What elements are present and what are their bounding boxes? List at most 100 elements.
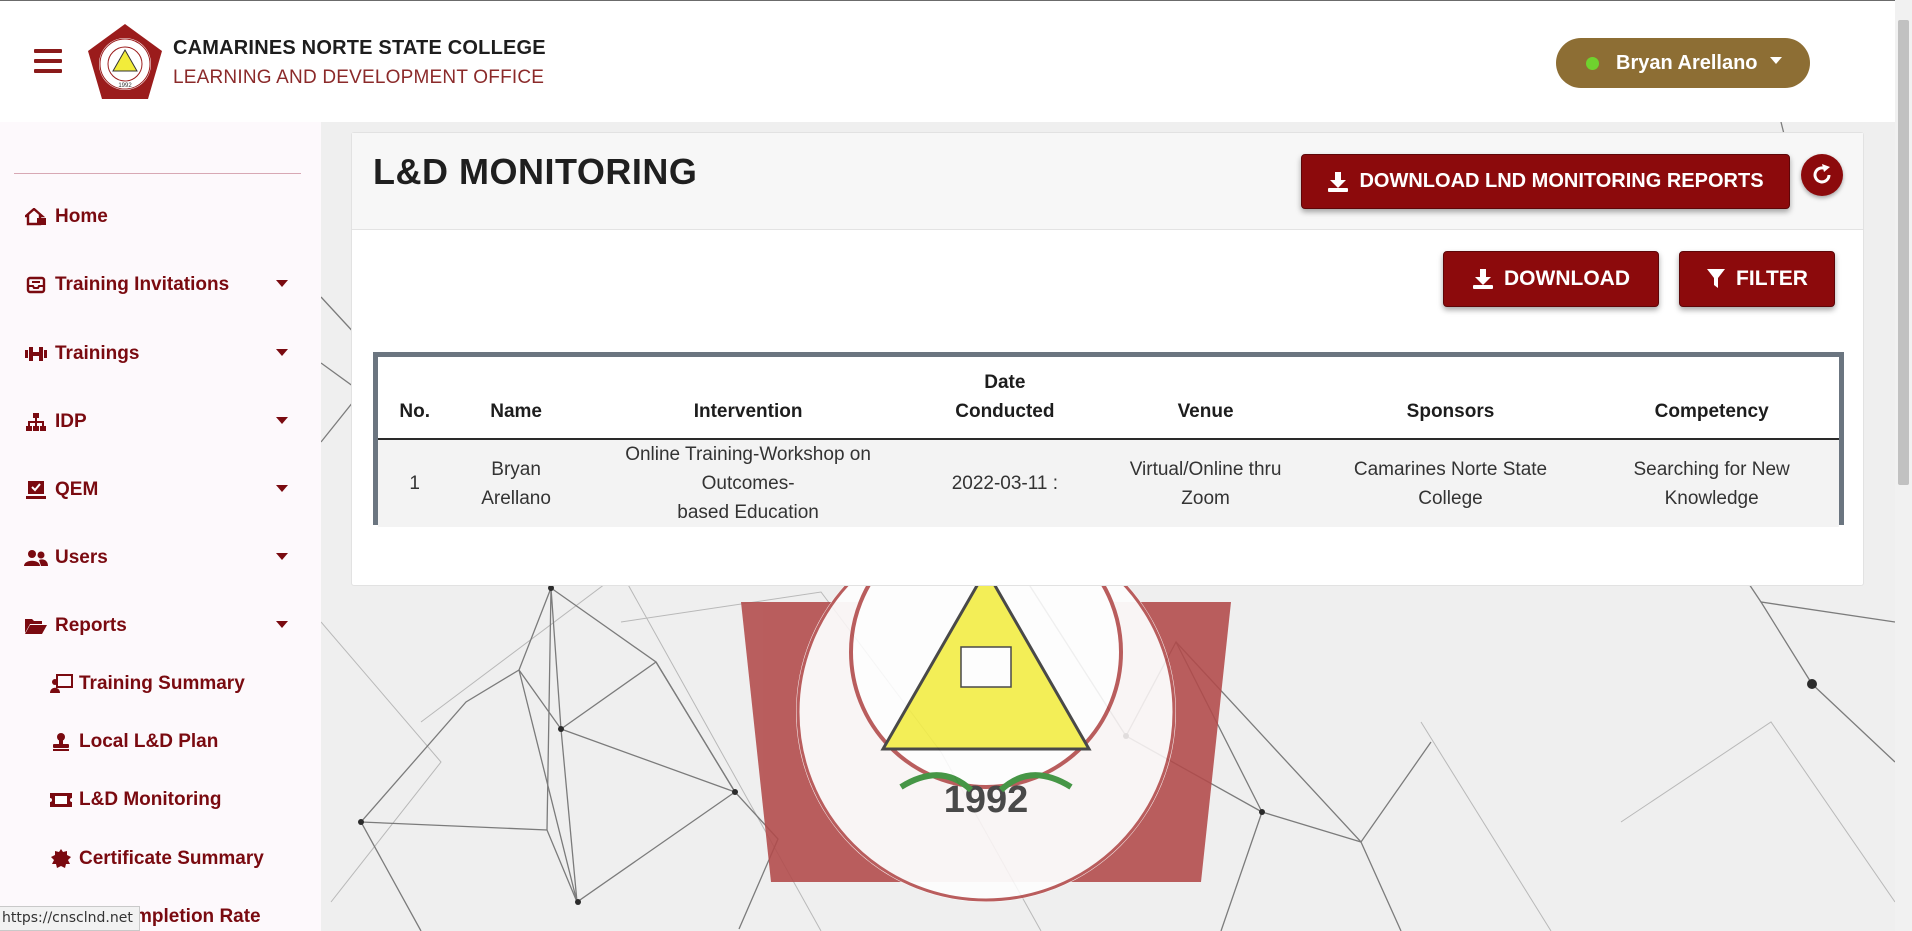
sidebar-subitem-local-ld-plan[interactable]: Local L&D Plan (49, 731, 218, 753)
sidebar-item-label: Trainings (55, 343, 140, 364)
cell-line: based Education (677, 502, 819, 523)
seal-year-text: 1992 (944, 779, 1029, 821)
sitemap-icon (23, 411, 49, 433)
cell-line: Knowledge (1664, 487, 1759, 509)
top-navbar: 1992 CAMARINES NORTE STATE COLLEGE LEARN… (0, 0, 1895, 122)
hamburger-menu-icon[interactable] (34, 49, 62, 73)
ticket-icon (49, 789, 73, 811)
download-icon (1328, 171, 1349, 192)
sidebar-item-qem[interactable]: QEM (23, 479, 288, 501)
download-icon (1473, 269, 1493, 289)
cell-no: 1 (378, 439, 452, 527)
sidebar-item-label: IDP (55, 411, 87, 432)
download-monitoring-reports-label: DOWNLOAD LND MONITORING REPORTS (1359, 170, 1764, 192)
cell-line: Camarines Norte State (1353, 458, 1548, 480)
cell-line: Arellano (481, 487, 551, 509)
cell-competency: Searching for New Knowledge (1584, 439, 1839, 527)
dumbbell-icon (23, 343, 49, 365)
column-header-competency: Competency (1584, 357, 1839, 440)
table-header-row: No. Name Intervention Date Conducted Venu… (378, 357, 1839, 440)
vertical-scrollbar[interactable] (1895, 0, 1912, 931)
cell-line: College (1418, 487, 1483, 509)
cell-date-conducted: 2022-03-11 : (915, 439, 1095, 527)
caret-down-icon (276, 621, 288, 628)
sidebar-subitem-certificate-summary[interactable]: Certificate Summary (49, 848, 264, 870)
cell-line: Virtual/Online thru (1129, 458, 1282, 480)
filter-icon (1707, 269, 1726, 288)
users-icon (23, 547, 49, 569)
sidebar-subitem-label: Certificate Summary (79, 848, 264, 869)
user-name: Bryan Arellano (1616, 51, 1758, 74)
sidebar-subitem-label: Training Summary (79, 673, 245, 694)
caret-down-icon (276, 349, 288, 356)
cell-line: Online Training-Workshop on Outcomes- (625, 444, 871, 494)
column-header-venue: Venue (1094, 357, 1317, 440)
filter-label: FILTER (1736, 267, 1808, 290)
status-bar-url: https://cnsclnd.net (0, 906, 140, 931)
download-label: DOWNLOAD (1504, 267, 1630, 290)
sidebar-item-label: Reports (55, 615, 127, 636)
column-header-sponsors: Sponsors (1316, 357, 1585, 440)
cell-sponsors: Camarines Norte State College (1316, 439, 1585, 527)
chalkboard-icon (49, 673, 73, 695)
column-header-intervention: Intervention (580, 357, 916, 440)
column-header-no: No. (378, 357, 452, 440)
user-menu-button[interactable]: Bryan Arellano (1556, 38, 1810, 88)
column-header-name: Name (451, 357, 581, 440)
sidebar-item-users[interactable]: Users (23, 547, 288, 569)
header-line: Date (984, 372, 1026, 393)
online-status-icon (1586, 56, 1599, 70)
sidebar-item-trainings[interactable]: Trainings (23, 343, 288, 365)
sidebar-subitem-ld-monitoring[interactable]: L&D Monitoring (49, 789, 221, 811)
sidebar-item-label: Training Invitations (55, 274, 230, 295)
monitoring-table: No. Name Intervention Date Conducted Venu… (373, 352, 1844, 527)
sidebar: Home Training Invitations Trainings IDP … (0, 122, 321, 931)
sidebar-item-home[interactable]: Home (23, 206, 288, 228)
sidebar-item-label: Home (55, 206, 108, 227)
folder-open-icon (23, 615, 49, 637)
filter-button[interactable]: FILTER (1679, 251, 1835, 307)
header-line: Conducted (955, 401, 1055, 422)
sidebar-item-reports[interactable]: Reports (23, 615, 288, 637)
home-icon (23, 206, 49, 228)
cell-line: Zoom (1181, 487, 1230, 509)
sidebar-item-label: QEM (55, 479, 99, 500)
sidebar-item-idp[interactable]: IDP (23, 411, 288, 433)
sidebar-item-training-invitations[interactable]: Training Invitations (23, 274, 288, 296)
stamp-icon (49, 731, 73, 753)
college-logo: 1992 (88, 24, 162, 99)
card-header: L&D MONITORING DOWNLOAD LND MONITORING R… (352, 133, 1863, 230)
sidebar-subitem-label: L&D Monitoring (79, 789, 222, 810)
page-title: L&D MONITORING (373, 151, 698, 192)
logo-year-text: 1992 (118, 83, 132, 89)
download-button[interactable]: DOWNLOAD (1443, 251, 1659, 307)
cell-line: Searching for New (1633, 458, 1790, 480)
inbox-icon (23, 274, 49, 296)
sidebar-subitem-training-summary[interactable]: Training Summary (49, 673, 245, 695)
caret-down-icon (276, 417, 288, 424)
caret-down-icon (276, 280, 288, 287)
org-subtitle: LEARNING AND DEVELOPMENT OFFICE (173, 67, 545, 88)
caret-down-icon (1769, 56, 1782, 64)
cell-intervention: Online Training-Workshop on Outcomes-bas… (580, 439, 916, 527)
sidebar-subitem-label: Local L&D Plan (79, 731, 219, 752)
caret-down-icon (276, 553, 288, 560)
monitoring-card: L&D MONITORING DOWNLOAD LND MONITORING R… (351, 132, 1864, 586)
checkbox-icon (23, 479, 49, 501)
scrollbar-thumb[interactable] (1898, 20, 1909, 485)
org-name: CAMARINES NORTE STATE COLLEGE (173, 37, 546, 59)
sidebar-subitem-completion-rate[interactable]: mpletion Rate (135, 906, 261, 928)
cell-line: Bryan (491, 458, 541, 480)
column-header-date-conducted: Date Conducted (915, 357, 1095, 440)
sidebar-item-label: Users (55, 547, 108, 568)
refresh-button[interactable] (1801, 154, 1843, 196)
certificate-icon (49, 848, 73, 870)
refresh-icon (1813, 164, 1831, 184)
sidebar-divider (14, 173, 301, 174)
download-monitoring-reports-button[interactable]: DOWNLOAD LND MONITORING REPORTS (1301, 154, 1790, 209)
sidebar-subitem-label: mpletion Rate (135, 906, 261, 927)
cell-name: Bryan Arellano (451, 439, 581, 527)
caret-down-icon (276, 485, 288, 492)
cell-venue: Virtual/Online thru Zoom (1094, 439, 1317, 527)
table-row[interactable]: 1 Bryan Arellano Online Training-Workshop… (378, 439, 1839, 527)
